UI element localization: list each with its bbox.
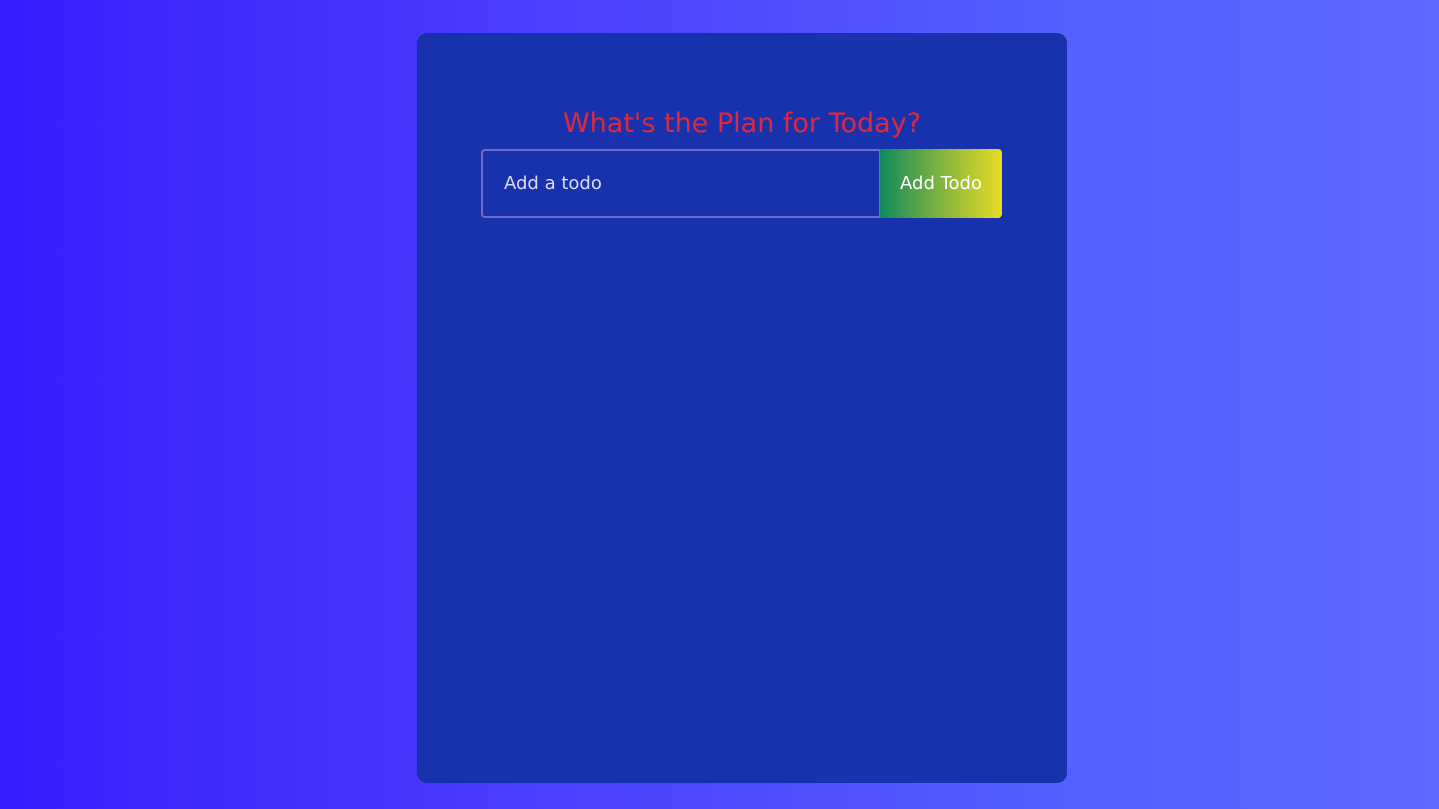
todo-app-card: What's the Plan for Today? Add Todo (417, 33, 1067, 783)
add-todo-button[interactable]: Add Todo (880, 149, 1002, 218)
page-background: { "app": { "title": "What's the Plan for… (0, 0, 1439, 809)
app-title: What's the Plan for Today? (562, 108, 922, 139)
todo-form: Add Todo (481, 149, 1002, 218)
todo-input[interactable] (481, 149, 880, 218)
todo-list (481, 238, 1002, 758)
